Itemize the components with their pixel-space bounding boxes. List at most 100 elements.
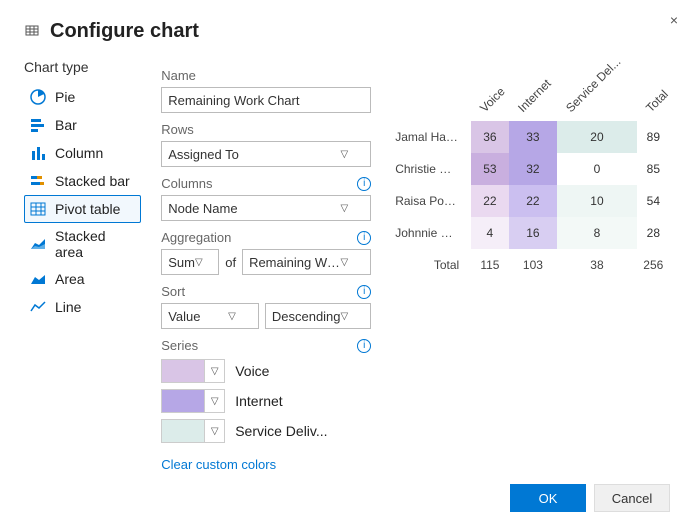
chart-type-line[interactable]: Line [24,293,141,321]
pivot-cell: 16 [509,217,558,249]
dialog-header: Configure chart [24,20,670,43]
chevron-down-icon: ▽ [204,420,224,442]
chart-type-pivot-table[interactable]: Pivot table [24,195,141,223]
table-row: Jamal Hartn...36332089 [391,121,670,153]
series-name: Internet [235,393,282,409]
chevron-down-icon: ▽ [228,311,236,322]
chart-type-label: Stacked area [55,228,136,260]
chevron-down-icon: ▽ [195,257,203,268]
info-icon[interactable]: i [357,285,371,299]
pivot-cell: 85 [637,153,670,185]
name-label: Name [161,68,371,83]
pivot-cell: 36 [471,121,508,153]
configure-chart-dialog: × Configure chart Chart type Pie Bar Colum… [0,0,694,526]
columns-select[interactable]: Node Name ▽ [161,195,371,221]
pivot-total-cell: 38 [557,249,636,281]
chart-type-bar[interactable]: Bar [24,111,141,139]
chart-type-label: Pivot table [55,201,120,217]
pivot-total-cell: 103 [509,249,558,281]
pivot-col-header: Total [637,65,670,121]
aggregation-label: Aggregation [161,230,231,245]
dialog-footer: OK Cancel [510,484,670,512]
chart-type-label: Bar [55,117,77,133]
area-icon [29,270,47,288]
chevron-down-icon: ▽ [204,390,224,412]
pivot-cell: 33 [509,121,558,153]
chart-type-pie[interactable]: Pie [24,83,141,111]
columns-value: Node Name [168,201,237,216]
close-button[interactable]: × [670,12,678,28]
pivot-cell: 0 [557,153,636,185]
chart-type-stacked-bar[interactable]: Stacked bar [24,167,141,195]
stacked-area-icon [29,235,47,253]
info-icon[interactable]: i [357,231,371,245]
pivot-cell: 32 [509,153,558,185]
pivot-table-icon [29,200,47,218]
dialog-title: Configure chart [50,20,199,43]
pivot-cell: 8 [557,217,636,249]
chart-type-column[interactable]: Column [24,139,141,167]
pivot-total-row: Total11510338256 [391,249,670,281]
color-swatch [162,420,204,442]
line-icon [29,298,47,316]
chart-dialog-icon [24,22,40,41]
pivot-col-header: Internet [509,65,558,121]
pivot-total-cell: 256 [637,249,670,281]
pivot-cell: 22 [509,185,558,217]
pivot-cell: 89 [637,121,670,153]
series-label: Series [161,338,198,353]
series-name: Service Deliv... [235,423,327,439]
chart-type-stacked-area[interactable]: Stacked area [24,223,141,265]
chart-type-area[interactable]: Area [24,265,141,293]
info-icon[interactable]: i [357,177,371,191]
pie-icon [29,88,47,106]
aggregation-fn-select[interactable]: Sum ▽ [161,249,219,275]
pivot-row-header: Johnnie McL... [391,217,471,249]
rows-value: Assigned To [168,147,239,162]
chart-type-label: Column [55,145,103,161]
chart-type-label: Area [55,271,85,287]
pivot-col-header: Service Del... [557,65,636,121]
preview-panel: VoiceInternetService Del...Total Jamal H… [391,59,670,472]
info-icon[interactable]: i [357,339,371,353]
aggregation-field-select[interactable]: Remaining Work ▽ [242,249,371,275]
cancel-button[interactable]: Cancel [594,484,670,512]
sort-dir-value: Descending [272,309,341,324]
series-row: ▽ Service Deliv... [161,419,371,443]
pivot-cell: 4 [471,217,508,249]
column-icon [29,144,47,162]
table-row: Raisa Pokro...22221054 [391,185,670,217]
sort-field-select[interactable]: Value ▽ [161,303,259,329]
stacked-bar-icon [29,172,47,190]
color-swatch [162,360,204,382]
chart-type-label: Pie [55,89,75,105]
pivot-cell: 22 [471,185,508,217]
ok-button[interactable]: OK [510,484,586,512]
series-row: ▽ Voice [161,359,371,383]
series-color-select[interactable]: ▽ [161,389,225,413]
pivot-total-label: Total [391,249,471,281]
name-input[interactable] [161,87,371,113]
pivot-cell: 54 [637,185,670,217]
pivot-table: VoiceInternetService Del...Total Jamal H… [391,65,670,281]
series-color-select[interactable]: ▽ [161,359,225,383]
pivot-cell: 10 [557,185,636,217]
series-color-select[interactable]: ▽ [161,419,225,443]
clear-custom-colors-link[interactable]: Clear custom colors [161,457,276,472]
chevron-down-icon: ▽ [341,203,349,214]
series-name: Voice [235,363,269,379]
bar-icon [29,116,47,134]
pivot-cell: 28 [637,217,670,249]
chart-type-label: Chart type [24,59,141,75]
sort-dir-select[interactable]: Descending ▽ [265,303,371,329]
sort-field-value: Value [168,309,200,324]
chevron-down-icon: ▽ [341,257,349,268]
pivot-row-header: Jamal Hartn... [391,121,471,153]
table-row: Christie Ch...5332085 [391,153,670,185]
chevron-down-icon: ▽ [204,360,224,382]
pivot-row-header: Christie Ch... [391,153,471,185]
aggregation-of-label: of [225,255,236,270]
pivot-row-header: Raisa Pokro... [391,185,471,217]
rows-select[interactable]: Assigned To ▽ [161,141,371,167]
table-row: Johnnie McL...416828 [391,217,670,249]
